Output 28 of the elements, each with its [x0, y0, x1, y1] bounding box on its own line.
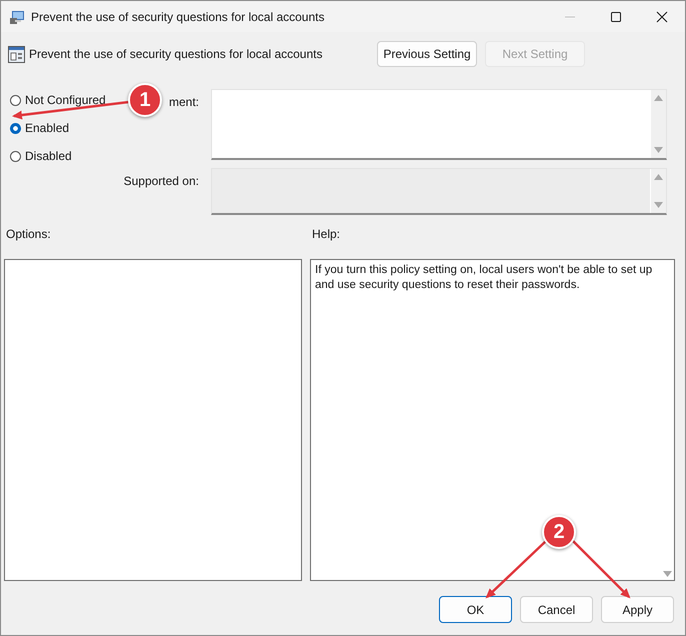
comment-field[interactable] [211, 89, 667, 160]
help-text: If you turn this policy setting on, local users won't be able to set up and use security questions to reset their passwords. [315, 264, 652, 291]
radio-button-icon[interactable] [10, 150, 21, 162]
radio-label: Disabled [25, 149, 72, 163]
scroll-down-icon[interactable] [654, 147, 663, 153]
setting-title: Prevent the use of security questions for local accounts [29, 47, 324, 61]
radio-button-icon[interactable] [10, 94, 21, 106]
radio-label: Enabled [25, 121, 70, 135]
dialog-button[interactable]: Apply [601, 596, 674, 623]
radio-button-icon[interactable] [10, 122, 21, 134]
radio-label: Not Configured [25, 93, 106, 107]
scroll-down-icon[interactable] [654, 202, 663, 208]
comment-label: ment: [168, 95, 199, 109]
scroll-up-icon[interactable] [654, 95, 663, 101]
arrow [572, 540, 630, 598]
dialog-button[interactable]: Cancel [520, 596, 593, 623]
help-label: Help: [312, 227, 340, 241]
scroll-down-icon[interactable] [662, 571, 672, 577]
window-title: Prevent the use of security questions for local accounts [31, 10, 326, 24]
dialog-button[interactable]: OK [439, 596, 512, 623]
arrow [486, 540, 547, 598]
options-label: Options: [6, 227, 51, 241]
supported-on-label: Supported on: [124, 174, 199, 188]
policy-settings-icon [8, 46, 25, 62]
step-badge: 1 [128, 83, 162, 117]
computer-icon [9, 8, 25, 24]
previous-setting-button[interactable]: Previous Setting [377, 41, 477, 67]
scroll-up-icon[interactable] [654, 174, 663, 180]
